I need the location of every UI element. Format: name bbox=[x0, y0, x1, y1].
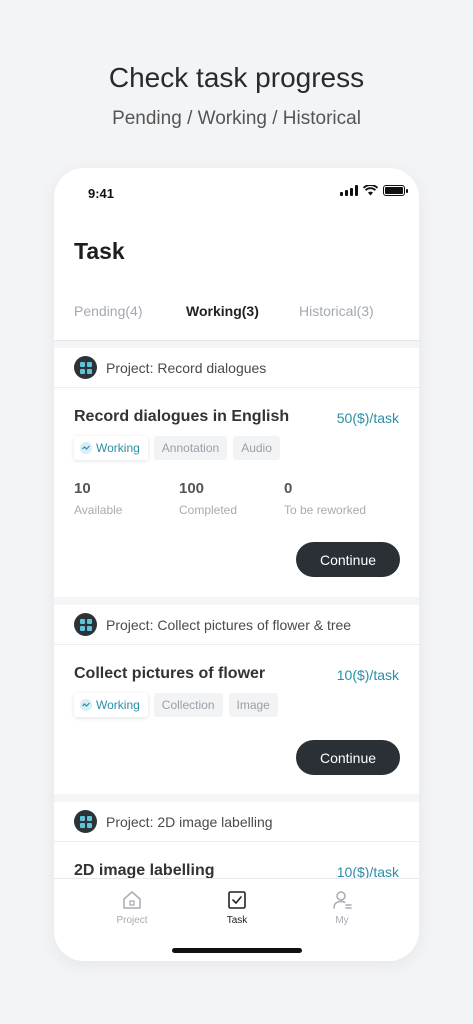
tab-working[interactable]: Working(3) bbox=[186, 303, 259, 319]
tabbar-item-task[interactable]: Task bbox=[207, 889, 267, 926]
working-wave-icon bbox=[80, 699, 92, 711]
tag-image: Image bbox=[228, 693, 278, 717]
bottom-tab-bar: Project Task My bbox=[54, 878, 419, 961]
project-name: Project: Record dialogues bbox=[106, 359, 267, 376]
stat-rework: 0 To be reworked bbox=[284, 480, 366, 517]
stat-value: 0 bbox=[284, 480, 293, 497]
status-time: 9:41 bbox=[88, 186, 115, 201]
wifi-icon bbox=[363, 185, 378, 196]
home-icon bbox=[123, 891, 141, 909]
tag-audio: Audio bbox=[233, 436, 280, 460]
project-grid-icon bbox=[74, 356, 97, 379]
card-project-header: Project: Collect pictures of flower & tr… bbox=[54, 605, 419, 645]
status-label: Working bbox=[96, 698, 140, 712]
task-card[interactable]: Project: 2D image labelling 2D image lab… bbox=[54, 802, 419, 880]
project-grid-icon bbox=[74, 613, 97, 636]
stat-available: 10 Available bbox=[74, 480, 122, 517]
status-label: Working bbox=[96, 441, 140, 455]
home-indicator bbox=[172, 948, 302, 953]
tab-historical[interactable]: Historical(3) bbox=[299, 303, 374, 319]
continue-button[interactable]: Continue bbox=[296, 740, 400, 775]
stat-completed: 100 Completed bbox=[179, 480, 237, 517]
tag-list: Working Annotation Audio bbox=[74, 436, 280, 460]
stat-label: Completed bbox=[179, 503, 238, 517]
project-grid-icon bbox=[74, 810, 97, 833]
task-price: 10($)/task bbox=[336, 667, 399, 683]
task-title: Record dialogues in English bbox=[74, 408, 290, 425]
stat-label: Available bbox=[74, 503, 123, 517]
tabbar-label: My bbox=[335, 915, 349, 926]
tag-list: Working Collection Image bbox=[74, 693, 278, 717]
user-icon bbox=[333, 891, 352, 909]
status-badge: Working bbox=[74, 436, 148, 460]
tabbar-item-my[interactable]: My bbox=[312, 889, 372, 926]
signal-icon bbox=[340, 185, 358, 196]
stat-value: 10 bbox=[74, 480, 91, 497]
hero-subtitle: Pending / Working / Historical bbox=[112, 108, 361, 129]
working-wave-icon bbox=[80, 442, 92, 454]
status-badge: Working bbox=[74, 693, 148, 717]
stat-label: To be reworked bbox=[284, 503, 367, 517]
stat-value: 100 bbox=[179, 480, 205, 497]
project-name: Project: Collect pictures of flower & tr… bbox=[106, 616, 352, 633]
tag-annotation: Annotation bbox=[153, 436, 228, 460]
hero-title: Check task progress bbox=[108, 62, 365, 93]
task-check-icon bbox=[228, 891, 246, 909]
card-project-header: Project: Record dialogues bbox=[54, 348, 419, 388]
tabbar-label: Task bbox=[226, 915, 248, 926]
tab-pending[interactable]: Pending(4) bbox=[74, 303, 143, 319]
continue-button[interactable]: Continue bbox=[296, 542, 400, 577]
header: 9:41 Task Pending(4) Working(3) Historic… bbox=[54, 168, 419, 341]
tag-collection: Collection bbox=[153, 693, 223, 717]
card-project-header: Project: 2D image labelling bbox=[54, 802, 419, 842]
project-name: Project: 2D image labelling bbox=[106, 813, 273, 830]
status-icons bbox=[340, 185, 408, 196]
task-card[interactable]: Project: Record dialogues Record dialogu… bbox=[54, 348, 419, 597]
battery-icon bbox=[383, 185, 408, 196]
phone-frame: 9:41 Task Pending(4) Working(3) Historic… bbox=[54, 168, 419, 961]
tabbar-item-project[interactable]: Project bbox=[102, 889, 162, 926]
task-card[interactable]: Project: Collect pictures of flower & tr… bbox=[54, 605, 419, 794]
page-title: Task bbox=[74, 238, 125, 264]
task-title: Collect pictures of flower bbox=[74, 665, 266, 682]
tabbar-label: Project bbox=[116, 915, 148, 926]
task-price: 50($)/task bbox=[336, 410, 399, 426]
